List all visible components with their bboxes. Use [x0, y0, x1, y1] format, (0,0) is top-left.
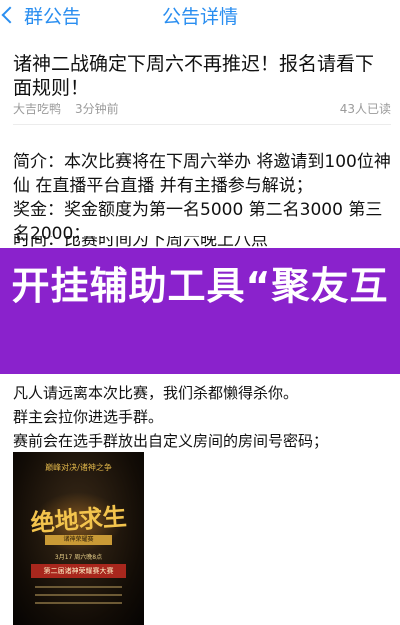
poster-fine-print — [35, 586, 122, 610]
rules-text: 凡人请远离本次比赛，我们杀都懒得杀你。 群主会拉你进选手群。 赛前会在选手群放出… — [13, 381, 393, 453]
poster-top-text: 巅峰对决/诸神之争 — [45, 463, 112, 472]
poster-band: 第二届诸神荣耀赛大赛 — [31, 564, 126, 578]
partially-hidden-line: 时间：比赛时间为下周六晚上八点 — [13, 236, 391, 248]
navigation-bar: 群公告 公告详情 — [0, 0, 400, 34]
post-time: 3分钟前 — [75, 102, 119, 116]
divider — [13, 124, 391, 125]
intro-paragraph: 简介：本次比赛将在下周六举办 将邀请到100位神仙 在直播平台直播 并有主播参与… — [13, 152, 391, 196]
partial-line-text: 时间：比赛时间为下周六晚上八点 — [13, 236, 268, 248]
poster-subtitle: 诸神荣耀赛 — [45, 535, 112, 545]
rule-line-2: 群主会拉你进选手群。 — [13, 408, 164, 426]
author-name[interactable]: 大吉吃鸭 — [13, 100, 61, 117]
read-count[interactable]: 43人已读 — [340, 100, 391, 117]
announcement-title: 诸神二战确定下周六不再推迟！报名请看下面规则！ — [13, 53, 375, 99]
rule-line-1: 凡人请远离本次比赛，我们杀都懒得杀你。 — [13, 384, 299, 402]
page-title: 公告详情 — [161, 6, 238, 28]
announcement-body: 简介：本次比赛将在下周六举办 将邀请到100位神仙 在直播平台直播 并有主播参与… — [13, 150, 391, 246]
poster-date: 3月17 周六晚8点 — [54, 554, 103, 561]
banner-text: 开挂辅助工具“聚友互 — [11, 264, 389, 308]
event-poster-image[interactable]: 巅峰对决/诸神之争 绝地求生 诸神荣耀赛 3月17 周六晚8点 第二届诸神荣耀赛… — [13, 452, 144, 625]
overlay-banner: 开挂辅助工具“聚友互 — [0, 248, 400, 374]
rule-line-3: 赛前会在选手群放出自定义房间的房间号密码； — [13, 432, 329, 450]
announcement-meta: 大吉吃鸭 3分钟前 43人已读 — [13, 100, 391, 117]
